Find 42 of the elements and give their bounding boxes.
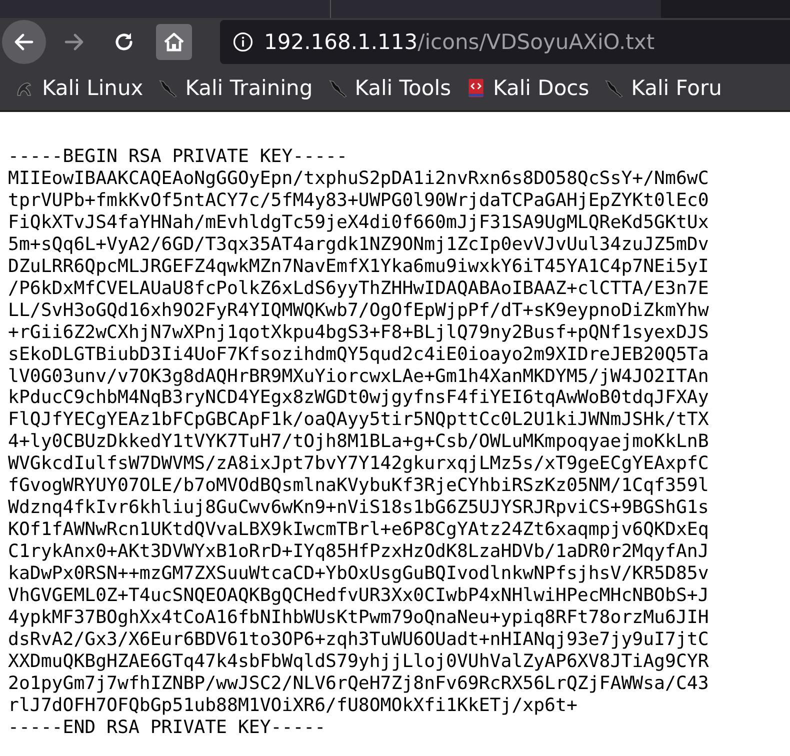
text-line: LL/SvH3oGQd16xh9O2FyR4YIQMWQKwb7/OgOfEpWjpPf/dT+sK9eypnoDiZkmYhw [8, 300, 710, 322]
text-line: lV0G03unv/v7OK3g8dAQHrBR9MXuYiorcwxLAe+Gm1h4XanMKDYM5/jW4JO2ITAn [8, 366, 710, 388]
text-line: FiQkXTvJS4faYHNah/mEvhldgTc59jeX4di0f660mJjF31SA9UgMLQReKd5GKtUx [8, 212, 710, 234]
knife-icon [603, 77, 626, 99]
url-host: 192.168.1.113 [264, 30, 418, 54]
text-line: 4ypkMF37BOghXx4tCoA16fbNIhbWUsKtPwm79oQnaNeu+ypiq8RFt78orzMu6JIH [8, 607, 710, 629]
back-button[interactable] [2, 20, 46, 64]
text-line: -----BEGIN RSA PRIVATE KEY----- [8, 146, 348, 168]
bookmark[interactable]: Kali Tools [326, 76, 452, 100]
text-line: tprVUPb+fmkKvOf5ntACY7c/5fM4y83+UWPG0l90WrjdaTCPaGAHjEpZYKt0lEc0 [8, 190, 710, 212]
text-line: rlJ7dOFH7OFQbGp51ub88M1VOiXR6/fU8OMOkXfi1KkETj/xp6t+ [8, 694, 578, 717]
info-icon [232, 31, 254, 53]
text-line: fGvogWRYUY07OLE/b7oMVOdBQsmlnaKVybuKf3RjeCYhbiRSzKz05NM/1Cqf359l [8, 475, 710, 498]
text-line: dsRvA2/Gx3/X6Eur6BDV61to3OP6+zqh3TuWU6OUadt+nHIANqj93e7jy9uI7jtC [8, 628, 710, 651]
text-line: 2o1pyGm7j7wfhIZNBP/wwJSC2/NLV6rQeH7Zj8nFv69RcRX56LrQZjFAWWsa/C43 [8, 672, 710, 695]
text-line: Wdznq4fkIvr6khliuj8GuCwv6wKn9+nViS18s1bG6Z5UJYSRJRpviCS+9BGShG1s [8, 497, 710, 520]
bookmark[interactable]: Kali Docs [465, 76, 590, 100]
text-line: -----END RSA PRIVATE KEY----- [8, 716, 327, 739]
home-button[interactable] [156, 24, 192, 60]
text-line: DZuLRR6QpcMLJRGEFZ4qwkMZn7NavEmfX1Yka6mu9iwxkY6iT45YA1C4p7NEi5yI [8, 256, 710, 278]
text-line: sEkoDLGTBiubD3Ii4UoF7KfsozihdmQY5qud2c4iE0ioayo2m9XIDreJEB20Q5Ta [8, 344, 710, 366]
text-line: WVGkcdIulfsW7DWVMS/zA8ixJpt7bvY7Y142gkurxqjLMz5s/xT9geECgYEAxpfC [8, 453, 710, 476]
text-line: KOf1fAWNwRcn1UKtdQVvaLBX9kIwcmTBrl+e6P8CgYAtz24Zt6xaqmpjv6QKDxEq [8, 519, 710, 542]
text-line: 4+ly0CBUzDkkedY1tVYK7TuH7/tOjh8M1BLa+g+Csb/OWLuMKmpoqyaejmoKkLnB [8, 431, 710, 454]
knife-icon [326, 77, 349, 99]
bookmark[interactable]: Kali Training [157, 76, 313, 100]
text-line: +rGii6Z2wCXhjN7wXPnj1qotXkpu4bgS3+F8+BLjlQ79ny2Busf+pQNf1syexDJS [8, 322, 710, 344]
url-path: /icons/VDSoyuAXiO.txt [418, 30, 655, 54]
text-line: VhGVGEML0Z+T4ucSNQEOAQKBgQCHedfvUR3Xx0CIwbP4xNHlwiHPecMHcNBObS+J [8, 585, 710, 608]
knife-icon [157, 77, 180, 99]
text-line: /P6kDxMfCVELAUaU8fcPolkZ6xLdS6yyThZHHwIDAQABAoIBAAZ+clCTTA/E3n7E [8, 278, 710, 300]
bookmark[interactable]: Kali Linux [14, 76, 144, 100]
bookmark[interactable]: Kali Foru [603, 76, 722, 100]
address-bar[interactable]: 192.168.1.113/icons/VDSoyuAXiO.txt [220, 20, 790, 64]
text-line: C1rykAnx0+AKt3DVWYxB1oRrD+IYq85HfPzxHzOdK8LzaHDVb/1aDR0r2MqyfAnJ [8, 541, 710, 564]
text-line: XXDmuQKBgHZAE6GTq47k4sbFbWqldS79yhjjLloj0VUhValZyAP6XV8JTiAg9CYR [8, 650, 710, 673]
text-line: 5m+sQq6L+VyA2/6GD/T3qx35AT4argdk1NZ9ONmj1ZcIp0evVJvUul34zuJZ5mDv [8, 234, 710, 256]
text-line: FlQJfYECgYEAz1bFCpGBCApF1k/oaQAyy5tir5NQpttCc0L2U1kiJWNmJSHk/tTX [8, 409, 710, 432]
text-line: kPducC9chbM4NqB3ryNCD4YEgx8zWGDt0wjgyfnsF4fiYEI6tqAwWoB0tdqJFXAy [8, 387, 710, 410]
text-line: kaDwPx0RSN++mzGM7ZXSuuWtcaCD+YbOxUsgGuBQIvodlnkwNPfsjhsV/KR5D85v [8, 563, 710, 586]
home-icon [162, 30, 186, 54]
text-line: MIIEowIBAAKCAQEAoNgGGOyEpn/txphuS2pDA1i2nvRxn6s8DO58QcSsY+/Nm6wC [8, 168, 710, 190]
